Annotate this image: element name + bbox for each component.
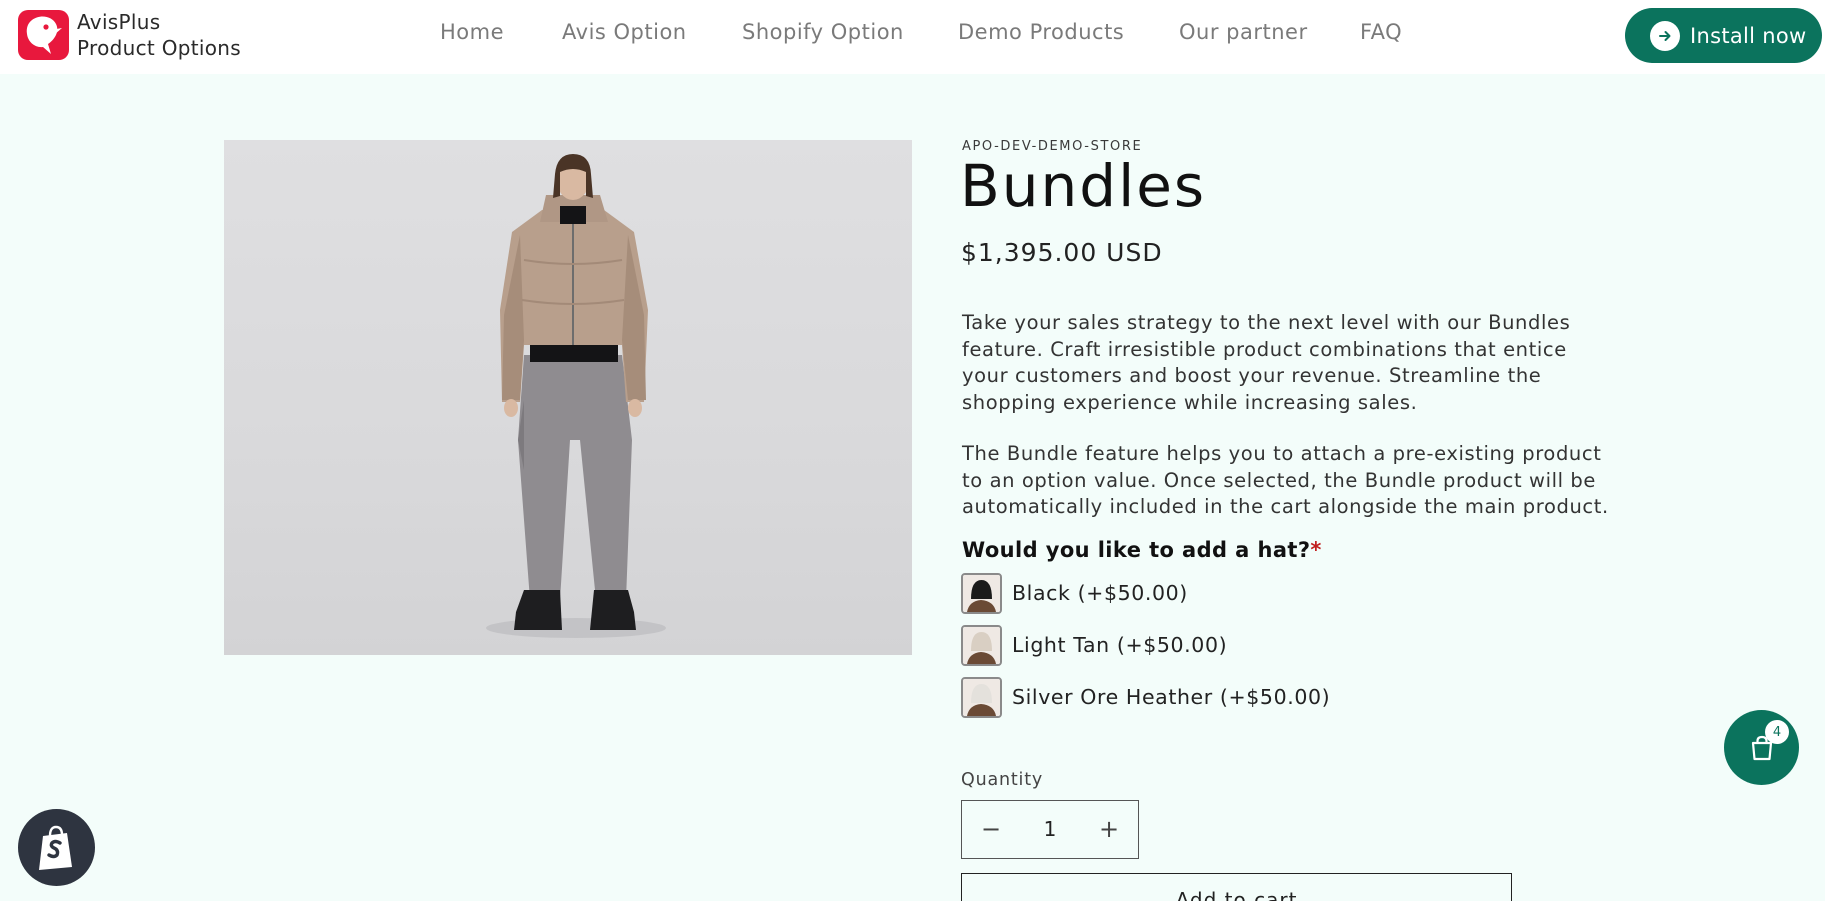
install-now-label: Install now <box>1690 23 1807 48</box>
install-now-button[interactable]: Install now <box>1625 8 1822 63</box>
product-price: $1,395.00 USD <box>961 238 1163 267</box>
product-image[interactable] <box>224 140 912 655</box>
product-description-1: Take your sales strategy to the next lev… <box>962 311 1571 414</box>
product-title: Bundles <box>960 152 1207 220</box>
hat-option-black-label: Black (+$50.00) <box>1012 581 1188 605</box>
arrow-right-icon <box>1650 20 1680 51</box>
nav-shopify-option[interactable]: Shopify Option <box>742 20 904 44</box>
quantity-label: Quantity <box>961 770 1044 790</box>
main-nav: Home Avis Option Shopify Option Demo Pro… <box>0 0 1825 68</box>
cart-count-badge: 4 <box>1765 720 1789 744</box>
quantity-increase-button[interactable]: + <box>1080 801 1138 857</box>
quantity-stepper: − + <box>961 800 1139 859</box>
nav-faq[interactable]: FAQ <box>1360 20 1402 44</box>
model-illustration <box>486 154 666 638</box>
hat-swatch-black <box>961 572 1002 614</box>
hat-option-silver-ore-heather[interactable]: Silver Ore Heather (+$50.00) <box>961 676 1330 718</box>
cart-button[interactable]: 4 <box>1724 710 1799 785</box>
site-header: AvisPlus Product Options Home Avis Optio… <box>0 0 1825 74</box>
nav-our-partner[interactable]: Our partner <box>1179 20 1308 44</box>
nav-avis-option[interactable]: Avis Option <box>562 20 687 44</box>
hat-option-light-tan[interactable]: Light Tan (+$50.00) <box>961 624 1227 666</box>
product-description-2: The Bundle feature helps you to attach a… <box>962 442 1609 518</box>
hat-option-light-tan-label: Light Tan (+$50.00) <box>1012 633 1228 657</box>
hat-option-silver-ore-heather-label: Silver Ore Heather (+$50.00) <box>1012 685 1331 709</box>
hat-option-question: Would you like to add a hat? <box>962 538 1311 562</box>
shopify-bag-icon <box>38 825 72 870</box>
required-asterisk: * <box>1310 538 1322 562</box>
quantity-input[interactable] <box>1020 809 1080 849</box>
add-to-cart-button[interactable]: Add to cart <box>961 873 1512 901</box>
quantity-decrease-button[interactable]: − <box>962 801 1020 857</box>
shopify-button[interactable] <box>18 809 95 886</box>
hat-option-label: Would you like to add a hat?* <box>962 538 1322 562</box>
hat-swatch-silver-ore-heather <box>961 676 1002 718</box>
hat-option-black[interactable]: Black (+$50.00) <box>961 572 1188 614</box>
nav-demo-products[interactable]: Demo Products <box>958 20 1124 44</box>
add-to-cart-label: Add to cart <box>1175 888 1298 901</box>
hat-swatch-light-tan <box>961 624 1002 666</box>
nav-home[interactable]: Home <box>440 20 504 44</box>
